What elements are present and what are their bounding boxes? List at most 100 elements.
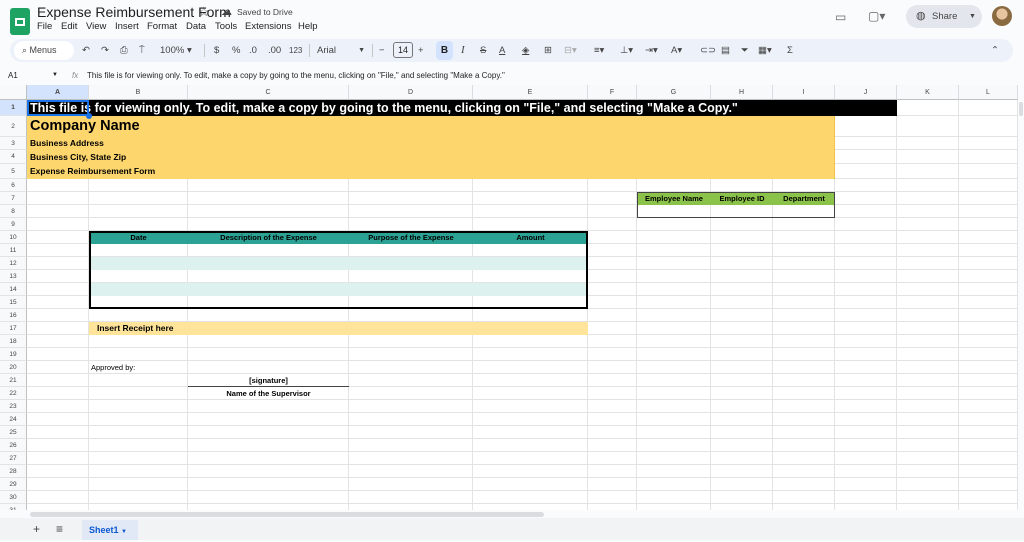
- column-header-h[interactable]: H: [711, 85, 773, 100]
- vertical-scrollbar[interactable]: [1018, 100, 1024, 510]
- strikethrough-button[interactable]: S: [480, 44, 486, 57]
- row-header-20[interactable]: 20: [0, 361, 27, 374]
- horizontal-align-icon[interactable]: ≡▾: [594, 44, 604, 57]
- column-header-f[interactable]: F: [588, 85, 637, 100]
- fill-handle[interactable]: [86, 113, 92, 119]
- menu-extensions[interactable]: Extensions: [245, 21, 291, 32]
- meet-icon[interactable]: ▢▾: [868, 9, 885, 23]
- row-header-30[interactable]: 30: [0, 491, 27, 504]
- share-button[interactable]: ◍ Share ▼: [906, 5, 982, 28]
- row-header-8[interactable]: 8: [0, 205, 27, 218]
- name-box-dropdown-icon[interactable]: ▼: [52, 67, 58, 84]
- undo-icon[interactable]: ↶: [82, 44, 90, 57]
- add-sheet-icon[interactable]: +: [33, 522, 40, 536]
- row-header-10[interactable]: 10: [0, 231, 27, 244]
- print-icon[interactable]: ⎙: [120, 44, 128, 57]
- menus-search[interactable]: ⌕ Menus: [14, 41, 74, 60]
- row-header-26[interactable]: 26: [0, 439, 27, 452]
- name-box[interactable]: A1: [8, 67, 18, 84]
- column-header-l[interactable]: L: [959, 85, 1018, 100]
- row-header-1[interactable]: 1: [0, 100, 27, 116]
- row-header-2[interactable]: 2: [0, 116, 27, 137]
- row-header-17[interactable]: 17: [0, 322, 27, 335]
- row-header-22[interactable]: 22: [0, 387, 27, 400]
- row-header-27[interactable]: 27: [0, 452, 27, 465]
- vertical-align-icon[interactable]: ⊥▾: [620, 44, 633, 57]
- font-size-increase[interactable]: +: [418, 44, 424, 57]
- row-header-9[interactable]: 9: [0, 218, 27, 231]
- functions-icon[interactable]: Σ: [787, 44, 793, 57]
- percent-button[interactable]: %: [232, 44, 240, 57]
- column-header-i[interactable]: I: [773, 85, 835, 100]
- number-format-button[interactable]: 123: [289, 44, 302, 57]
- comment-icon[interactable]: ▭: [835, 10, 846, 24]
- row-header-23[interactable]: 23: [0, 400, 27, 413]
- zoom-select[interactable]: 100% ▾: [160, 44, 192, 57]
- row-header-13[interactable]: 13: [0, 270, 27, 283]
- menu-format[interactable]: Format: [147, 21, 177, 32]
- row-header-5[interactable]: 5: [0, 164, 27, 179]
- avatar[interactable]: [992, 6, 1012, 26]
- column-header-e[interactable]: E: [473, 85, 588, 100]
- column-header-c[interactable]: C: [188, 85, 349, 100]
- font-select[interactable]: Arial ▼: [317, 44, 365, 57]
- decrease-decimal-button[interactable]: .0: [249, 44, 257, 57]
- row-header-19[interactable]: 19: [0, 348, 27, 361]
- row-header-4[interactable]: 4: [0, 150, 27, 164]
- star-icon[interactable]: ☆: [198, 4, 210, 20]
- share-dropdown-icon[interactable]: ▼: [969, 5, 976, 28]
- column-header-d[interactable]: D: [349, 85, 473, 100]
- selected-cell-a1[interactable]: [27, 100, 89, 116]
- row-header-7[interactable]: 7: [0, 192, 27, 205]
- column-header-b[interactable]: B: [89, 85, 188, 100]
- row-header-21[interactable]: 21: [0, 374, 27, 387]
- menu-help[interactable]: Help: [298, 21, 318, 32]
- column-header-a[interactable]: A: [27, 85, 89, 100]
- borders-icon[interactable]: ⊞: [544, 44, 552, 57]
- menu-tools[interactable]: Tools: [215, 21, 237, 32]
- sheets-logo[interactable]: [10, 8, 30, 35]
- row-header-29[interactable]: 29: [0, 478, 27, 491]
- paint-format-icon[interactable]: ⍑: [139, 44, 145, 57]
- font-size-input[interactable]: 14: [393, 42, 413, 58]
- row-header-15[interactable]: 15: [0, 296, 27, 309]
- filter-icon[interactable]: ⏷: [741, 44, 749, 57]
- horizontal-scrollbar[interactable]: [30, 512, 544, 517]
- increase-decimal-button[interactable]: .00: [268, 44, 281, 57]
- spreadsheet-grid[interactable]: A B C D E F G H I J K L 1 2 3 4 5 6 7 8 9 10 11 12 13 14 15 16 17 18 1…: [0, 85, 1018, 510]
- currency-button[interactable]: $: [214, 44, 219, 57]
- comment-insert-icon[interactable]: ▤: [721, 44, 730, 57]
- menu-data[interactable]: Data: [186, 21, 206, 32]
- row-header-11[interactable]: 11: [0, 244, 27, 257]
- formula-input[interactable]: This file is for viewing only. To edit, …: [87, 67, 505, 84]
- filter-views-icon[interactable]: ▦▾: [758, 44, 772, 57]
- row-header-28[interactable]: 28: [0, 465, 27, 478]
- menu-file[interactable]: File: [37, 21, 52, 32]
- menu-view[interactable]: View: [86, 21, 106, 32]
- collapse-toolbar-icon[interactable]: ⌃: [991, 44, 999, 57]
- all-sheets-icon[interactable]: ≡: [56, 522, 63, 536]
- text-color-button[interactable]: A: [499, 44, 505, 57]
- bold-button[interactable]: B: [436, 41, 453, 60]
- menu-insert[interactable]: Insert: [115, 21, 139, 32]
- font-size-decrease[interactable]: −: [379, 44, 385, 57]
- column-header-k[interactable]: K: [897, 85, 959, 100]
- menu-edit[interactable]: Edit: [61, 21, 77, 32]
- column-header-g[interactable]: G: [637, 85, 711, 100]
- redo-icon[interactable]: ↷: [101, 44, 109, 57]
- text-rotation-icon[interactable]: A▾: [671, 44, 682, 57]
- text-wrap-icon[interactable]: ⇥▾: [645, 44, 658, 57]
- row-header-12[interactable]: 12: [0, 257, 27, 270]
- merge-cells-icon[interactable]: ⊟▾: [564, 44, 577, 57]
- row-header-6[interactable]: 6: [0, 179, 27, 192]
- column-header-j[interactable]: J: [835, 85, 897, 100]
- fill-color-icon[interactable]: ◈: [522, 44, 529, 57]
- link-icon[interactable]: ⊂⊃: [700, 44, 716, 57]
- tab-dropdown-icon[interactable]: ▼: [121, 529, 127, 535]
- row-header-18[interactable]: 18: [0, 335, 27, 348]
- select-all-corner[interactable]: [0, 85, 27, 100]
- row-header-16[interactable]: 16: [0, 309, 27, 322]
- row-header-3[interactable]: 3: [0, 137, 27, 150]
- row-header-14[interactable]: 14: [0, 283, 27, 296]
- row-header-31[interactable]: 31: [0, 504, 27, 510]
